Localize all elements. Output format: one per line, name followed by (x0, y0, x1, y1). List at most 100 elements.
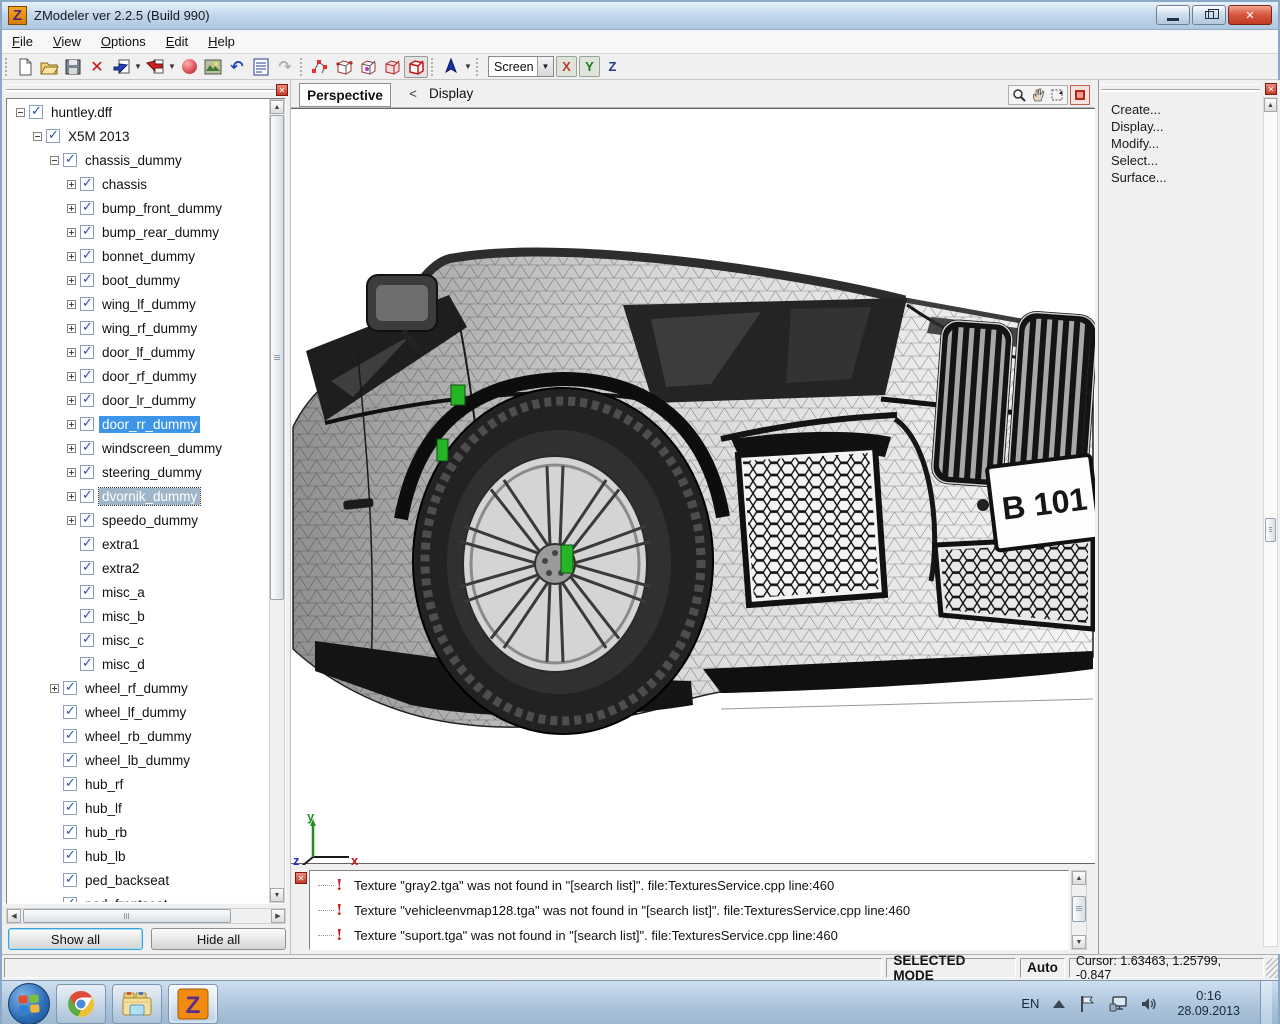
import-dropdown-icon[interactable]: ▼ (133, 56, 143, 78)
undo-icon[interactable]: ↶ (225, 56, 249, 78)
tree-checkbox[interactable]: ✓ (63, 753, 77, 767)
tree-expander-icon[interactable] (67, 372, 76, 381)
material-editor-icon[interactable] (177, 56, 201, 78)
command-modify[interactable]: Modify... (1111, 136, 1159, 151)
tree-checkbox[interactable]: ✓ (80, 489, 94, 503)
tree-checkbox[interactable]: ✓ (80, 393, 94, 407)
tree-checkbox[interactable]: ✓ (63, 153, 77, 167)
tree-item[interactable]: ✓door_lf_dummy (8, 340, 268, 364)
commands-scrollbar[interactable]: ▲ (1263, 97, 1278, 947)
viewport-tab-perspective[interactable]: Perspective (299, 83, 391, 107)
orbit-icon[interactable] (1050, 88, 1064, 102)
tree-item[interactable]: ✓chassis_dummy (8, 148, 268, 172)
command-create[interactable]: Create... (1111, 102, 1161, 117)
log-view-icon[interactable] (249, 56, 273, 78)
hide-all-button[interactable]: Hide all (151, 928, 286, 950)
tree-item[interactable]: ✓boot_dummy (8, 268, 268, 292)
show-desktop-button[interactable] (1260, 981, 1272, 1024)
scroll-right-icon[interactable]: ▶ (271, 909, 285, 923)
tree-checkbox[interactable]: ✓ (80, 225, 94, 239)
new-file-icon[interactable] (13, 56, 37, 78)
tree-expander-icon[interactable] (67, 516, 76, 525)
tree-checkbox[interactable]: ✓ (80, 273, 94, 287)
tree-checkbox[interactable]: ✓ (80, 561, 94, 575)
tree-checkbox[interactable]: ✓ (80, 177, 94, 191)
tree-checkbox[interactable]: ✓ (80, 345, 94, 359)
tree-expander-icon[interactable] (50, 156, 59, 165)
normals-dropdown-icon[interactable]: ▼ (463, 56, 473, 78)
tree-expander-icon[interactable] (67, 300, 76, 309)
panel-grip[interactable] (1101, 84, 1260, 90)
texture-browser-icon[interactable] (201, 56, 225, 78)
pan-hand-icon[interactable] (1031, 88, 1045, 102)
tree-item[interactable]: ✓X5M 2013 (8, 124, 268, 148)
tree-item[interactable]: ✓hub_lf (8, 796, 268, 820)
coordinate-space-combo[interactable]: Screen ▼ (488, 56, 554, 77)
tree-item[interactable]: ✓hub_rb (8, 820, 268, 844)
tree-expander-icon[interactable] (67, 468, 76, 477)
tree-checkbox[interactable]: ✓ (63, 801, 77, 815)
tree-expander-icon[interactable] (67, 420, 76, 429)
tree-expander-icon[interactable] (67, 228, 76, 237)
status-auto-toggle[interactable]: Auto (1020, 958, 1065, 978)
log-scrollbar[interactable]: ▲ ▼ (1071, 870, 1087, 950)
log-panel-close-icon[interactable]: ✕ (295, 872, 307, 884)
axis-z-toggle[interactable]: Z (602, 56, 623, 77)
redo-icon[interactable]: ↷ (273, 56, 297, 78)
tree-item[interactable]: ✓windscreen_dummy (8, 436, 268, 460)
tree-checkbox[interactable]: ✓ (80, 609, 94, 623)
normals-icon[interactable] (439, 56, 463, 78)
log-scroll-thumb[interactable] (1072, 896, 1086, 922)
tree-checkbox[interactable]: ✓ (63, 873, 77, 887)
tree-vscroll-thumb[interactable] (270, 115, 284, 600)
tree-checkbox[interactable]: ✓ (80, 657, 94, 671)
tree-expander-icon[interactable] (33, 132, 42, 141)
tree-item[interactable]: ✓bump_front_dummy (8, 196, 268, 220)
tree-item[interactable]: ✓wing_lf_dummy (8, 292, 268, 316)
tree-item[interactable]: ✓door_lr_dummy (8, 388, 268, 412)
show-hidden-icons[interactable] (1053, 1000, 1065, 1008)
tree-checkbox[interactable]: ✓ (80, 321, 94, 335)
tree-expander-icon[interactable] (16, 108, 25, 117)
resize-grip[interactable] (1266, 958, 1278, 978)
tree-expander-icon[interactable] (67, 492, 76, 501)
tree-hscrollbar[interactable]: ◀ ▶ (6, 908, 286, 924)
tree-item[interactable]: ✓ped_frontseat (8, 892, 268, 902)
save-icon[interactable] (61, 56, 85, 78)
menu-options[interactable]: Options (91, 31, 156, 52)
objects-level-active-icon[interactable] (404, 56, 428, 78)
scroll-left-icon[interactable]: ◀ (7, 909, 21, 923)
tree-expander-icon[interactable] (67, 276, 76, 285)
tree-checkbox[interactable]: ✓ (80, 297, 94, 311)
tree-checkbox[interactable]: ✓ (29, 105, 43, 119)
tree-item[interactable]: ✓hub_rf (8, 772, 268, 796)
import-icon[interactable] (109, 56, 133, 78)
tree-checkbox[interactable]: ✓ (46, 129, 60, 143)
tree-expander-icon[interactable] (67, 252, 76, 261)
tree-checkbox[interactable]: ✓ (80, 465, 94, 479)
language-indicator[interactable]: EN (1021, 996, 1039, 1011)
tree-checkbox[interactable]: ✓ (80, 441, 94, 455)
tree-item[interactable]: ✓misc_d (8, 652, 268, 676)
clock[interactable]: 0:16 28.09.2013 (1171, 988, 1246, 1020)
minimize-button[interactable] (1156, 5, 1190, 25)
combo-dropdown-icon[interactable]: ▼ (537, 57, 553, 76)
tree-checkbox[interactable]: ✓ (80, 417, 94, 431)
scroll-up-icon[interactable]: ▲ (1072, 871, 1086, 885)
taskbar-zmodeler-button[interactable]: Z (168, 984, 218, 1024)
tree-item[interactable]: ✓bonnet_dummy (8, 244, 268, 268)
edges-level-icon[interactable] (332, 56, 356, 78)
start-button[interactable] (8, 983, 50, 1024)
tree-item[interactable]: ✓hub_lb (8, 844, 268, 868)
tree-expander-icon[interactable] (67, 204, 76, 213)
tree-item[interactable]: ✓wheel_rb_dummy (8, 724, 268, 748)
tree-expander-icon[interactable] (67, 324, 76, 333)
tree-expander-icon[interactable] (67, 444, 76, 453)
tree-item[interactable]: ✓misc_b (8, 604, 268, 628)
show-all-button[interactable]: Show all (8, 928, 143, 950)
tree-item[interactable]: ✓extra1 (8, 532, 268, 556)
viewport-maximize-button[interactable] (1070, 85, 1090, 105)
tree-vscrollbar[interactable]: ▲ ▼ (269, 99, 285, 903)
tree-item[interactable]: ✓misc_a (8, 580, 268, 604)
axis-x-toggle[interactable]: X (556, 56, 577, 77)
